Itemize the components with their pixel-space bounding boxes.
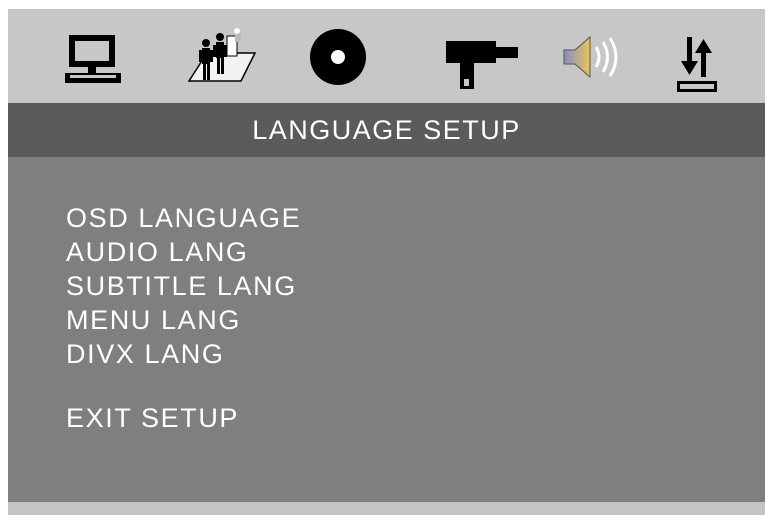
- bottom-strip: [8, 502, 765, 515]
- disc-icon[interactable]: [293, 9, 393, 103]
- menu-item-audio-lang[interactable]: AUDIO LANG: [66, 235, 301, 269]
- setup-menu-window: LANGUAGE SETUP OSD LANGUAGE AUDIO LANG S…: [8, 9, 765, 502]
- menu-item-osd-language[interactable]: OSD LANGUAGE: [66, 201, 301, 235]
- monitor-icon[interactable]: [56, 9, 156, 103]
- speaker-icon[interactable]: [548, 9, 648, 103]
- menu-item-divx-lang[interactable]: DIVX LANG: [66, 337, 301, 371]
- page-title: LANGUAGE SETUP: [252, 115, 521, 145]
- menu-item-menu-lang[interactable]: MENU LANG: [66, 303, 301, 337]
- gun-icon[interactable]: [428, 9, 528, 103]
- setup-tab-bar: [8, 9, 765, 103]
- menu-item-subtitle-lang[interactable]: SUBTITLE LANG: [66, 269, 301, 303]
- people-icon[interactable]: [175, 9, 275, 103]
- title-bar: LANGUAGE SETUP: [8, 103, 765, 157]
- language-menu: OSD LANGUAGE AUDIO LANG SUBTITLE LANG ME…: [66, 201, 301, 435]
- exit-setup-button[interactable]: EXIT SETUP: [66, 401, 301, 435]
- up-down-arrows-icon[interactable]: [668, 9, 766, 103]
